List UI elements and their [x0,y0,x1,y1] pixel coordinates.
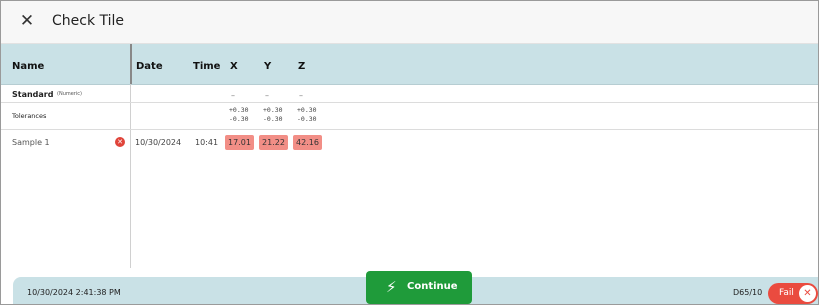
standard-x: – [231,91,235,100]
standard-row: Standard (Numeric) – – – [1,85,818,103]
standard-label: Standard [12,90,54,99]
sample-z-value: 42.16 [293,135,322,150]
tol-z-plus: +0.30 [297,106,317,114]
tol-y-minus: -0.30 [263,115,283,123]
fail-x-icon: ✕ [799,285,816,302]
tol-y-plus: +0.30 [263,106,283,114]
tolerances-row: Tolerances +0.30 -0.30 +0.30 -0.30 +0.30… [1,103,818,130]
header-date: Date [136,61,163,72]
header-time: Time [193,61,221,72]
column-resize-handle[interactable] [130,44,132,84]
close-icon[interactable]: ✕ [16,10,38,32]
sample-x-value: 17.01 [225,135,254,150]
continue-button[interactable]: ⚡ Continue [366,271,472,304]
header-name: Name [12,61,45,72]
standard-sub-label: (Numeric) [57,91,82,97]
dialog-title: Check Tile [52,13,125,29]
header-y: Y [264,61,272,72]
header-z: Z [298,61,306,72]
footer-timestamp: 10/30/2024 2:41:38 PM [27,288,121,297]
sample-name: Sample 1 [12,138,50,147]
fail-label: Fail [779,288,794,298]
tol-z-minus: -0.30 [297,115,317,123]
continue-label: Continue [407,281,458,292]
title-bar: ✕ Check Tile [1,1,818,44]
sample-date: 10/30/2024 [135,138,182,147]
sample-time: 10:41 [195,138,219,147]
lightning-icon: ⚡ [386,278,397,296]
table-header: Name Date Time X Y Z [1,44,818,85]
standard-z: – [299,91,303,100]
sample-y-value: 21.22 [259,135,288,150]
check-tile-dialog: ✕ Check Tile Name Date Time X Y Z Standa… [0,0,819,305]
tol-x-minus: -0.30 [229,115,249,123]
illuminant-label: D65/10 [733,288,763,297]
sample-fail-icon: ✕ [115,137,125,147]
standard-y: – [265,91,269,100]
fail-status-badge: Fail ✕ [768,283,818,304]
header-x: X [230,61,238,72]
tol-x-plus: +0.30 [229,106,249,114]
tolerances-label: Tolerances [12,112,47,120]
